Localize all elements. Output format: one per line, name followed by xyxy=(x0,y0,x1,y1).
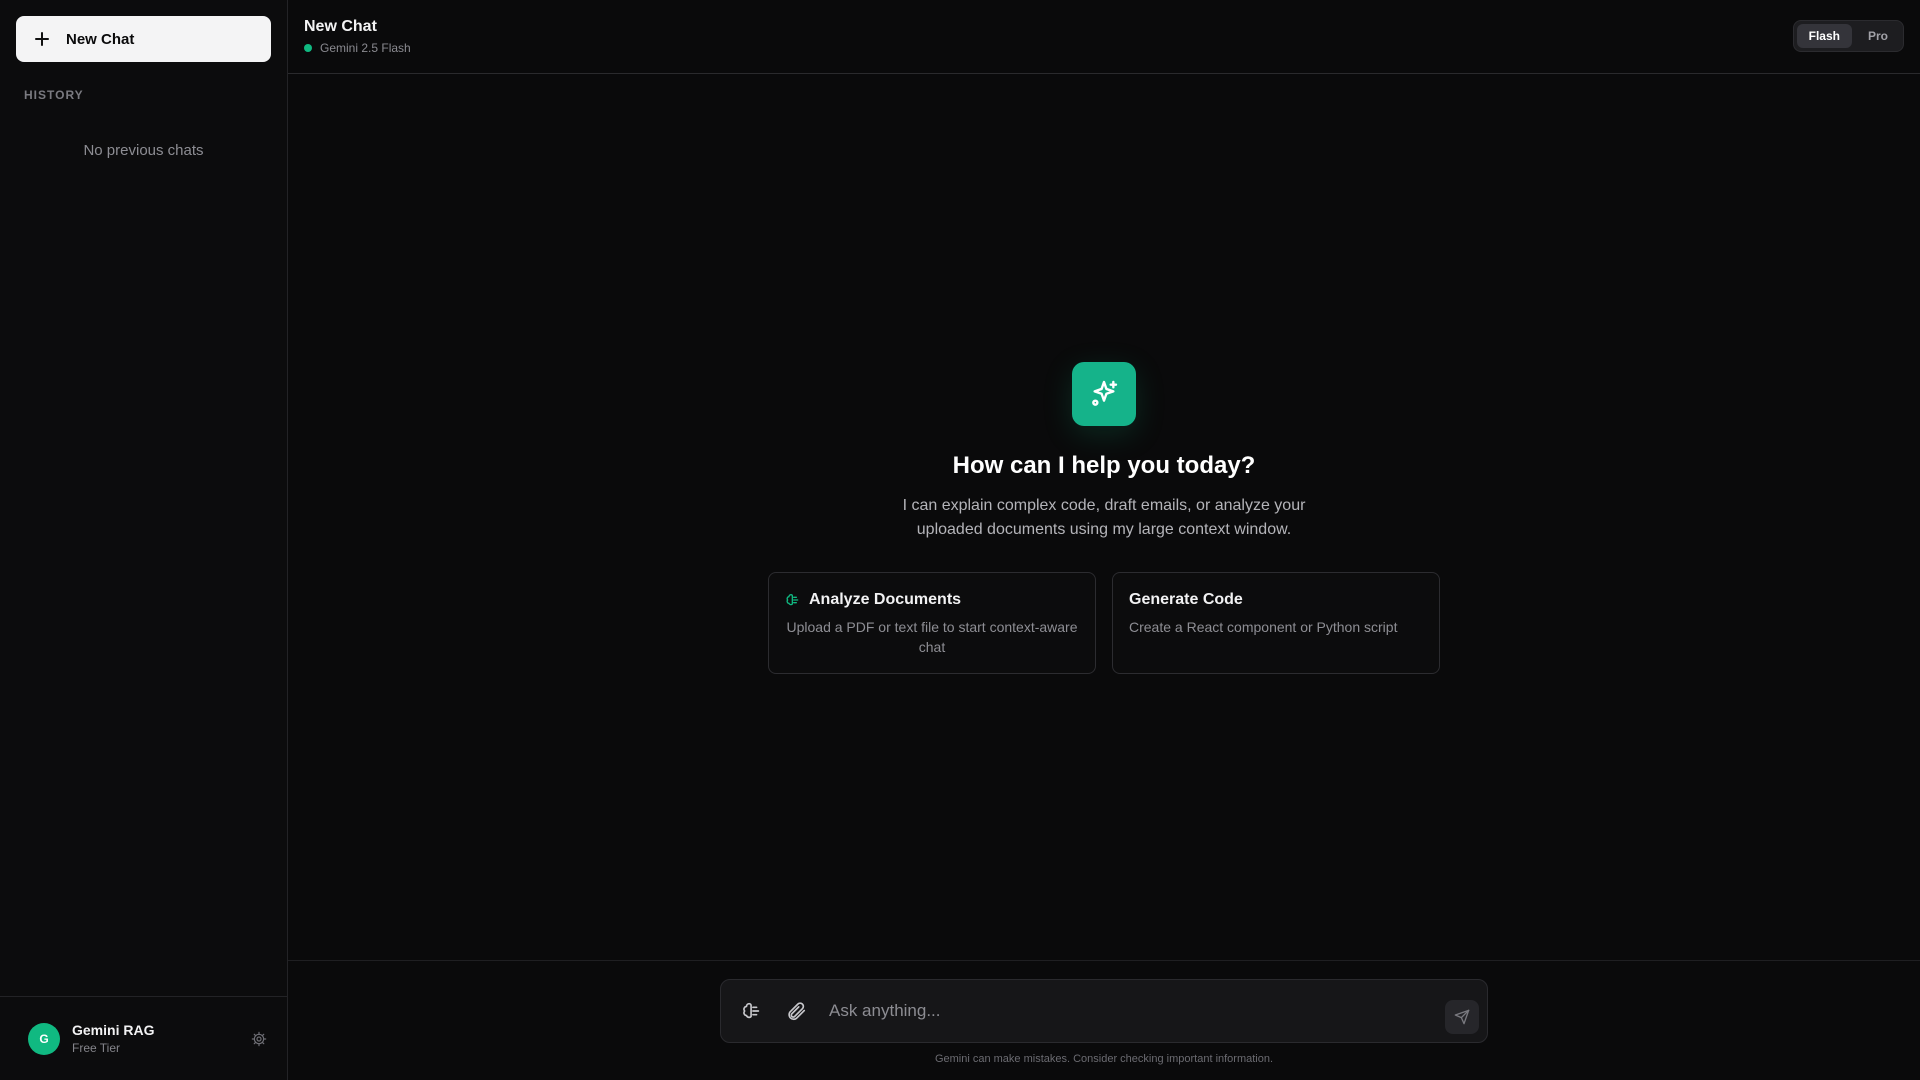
main-panel: New Chat Gemini 2.5 Flash Flash Pro How … xyxy=(288,0,1920,1080)
new-chat-label: New Chat xyxy=(66,30,135,48)
top-bar: New Chat Gemini 2.5 Flash Flash Pro xyxy=(288,0,1920,74)
status-dot xyxy=(304,44,312,52)
user-profile[interactable]: G Gemini RAG Free Tier xyxy=(0,996,287,1080)
chat-title: New Chat xyxy=(304,18,377,35)
chat-input[interactable] xyxy=(829,1001,1445,1021)
card-description: Create a React component or Python scrip… xyxy=(1129,619,1398,635)
card-head: Generate Code xyxy=(1129,591,1423,609)
model-status: Gemini 2.5 Flash xyxy=(304,41,411,55)
brain-icon[interactable] xyxy=(741,1000,763,1022)
plus-icon xyxy=(34,31,50,47)
welcome-title: How can I help you today? xyxy=(952,452,1256,479)
title-block: New Chat Gemini 2.5 Flash xyxy=(304,18,411,55)
new-chat-button[interactable]: New Chat xyxy=(16,16,271,62)
empty-history-message: No previous chats xyxy=(83,142,204,159)
suggestion-cards: Analyze Documents Upload a PDF or text f… xyxy=(768,572,1440,674)
composer xyxy=(720,979,1488,1043)
analyze-documents-card[interactable]: Analyze Documents Upload a PDF or text f… xyxy=(768,572,1096,674)
card-title: Analyze Documents xyxy=(809,591,962,608)
gear-icon[interactable] xyxy=(251,1031,267,1047)
user-tier: Free Tier xyxy=(72,1041,121,1055)
composer-area: Gemini can make mistakes. Consider check… xyxy=(288,960,1920,1080)
user-name: Gemini RAG xyxy=(72,1022,155,1038)
history-heading: HISTORY xyxy=(24,88,84,102)
welcome-section: How can I help you today? I can explain … xyxy=(288,362,1920,674)
card-head: Analyze Documents xyxy=(785,591,1079,609)
card-description: Upload a PDF or text file to start conte… xyxy=(786,619,1078,655)
model-option-flash[interactable]: Flash xyxy=(1796,23,1852,48)
model-name: Gemini 2.5 Flash xyxy=(320,41,411,55)
disclaimer: Gemini can make mistakes. Consider check… xyxy=(934,1053,1274,1065)
avatar: G xyxy=(28,1022,60,1055)
send-button[interactable] xyxy=(1445,1000,1479,1034)
sidebar: New Chat HISTORY No previous chats G Gem… xyxy=(0,0,288,1080)
send-icon xyxy=(1454,1009,1470,1025)
card-title: Generate Code xyxy=(1129,591,1243,608)
sparkles-icon xyxy=(1072,362,1136,426)
model-toggle: Flash Pro xyxy=(1792,19,1904,52)
paperclip-icon[interactable] xyxy=(785,1000,807,1022)
model-option-pro[interactable]: Pro xyxy=(1856,24,1900,48)
brain-icon xyxy=(786,594,799,606)
app-root: New Chat HISTORY No previous chats G Gem… xyxy=(0,0,1920,1080)
user-info: Gemini RAG Free Tier xyxy=(72,1022,251,1055)
welcome-subtitle: I can explain complex code, draft emails… xyxy=(902,497,1306,538)
generate-code-card[interactable]: Generate Code Create a React component o… xyxy=(1112,572,1440,674)
